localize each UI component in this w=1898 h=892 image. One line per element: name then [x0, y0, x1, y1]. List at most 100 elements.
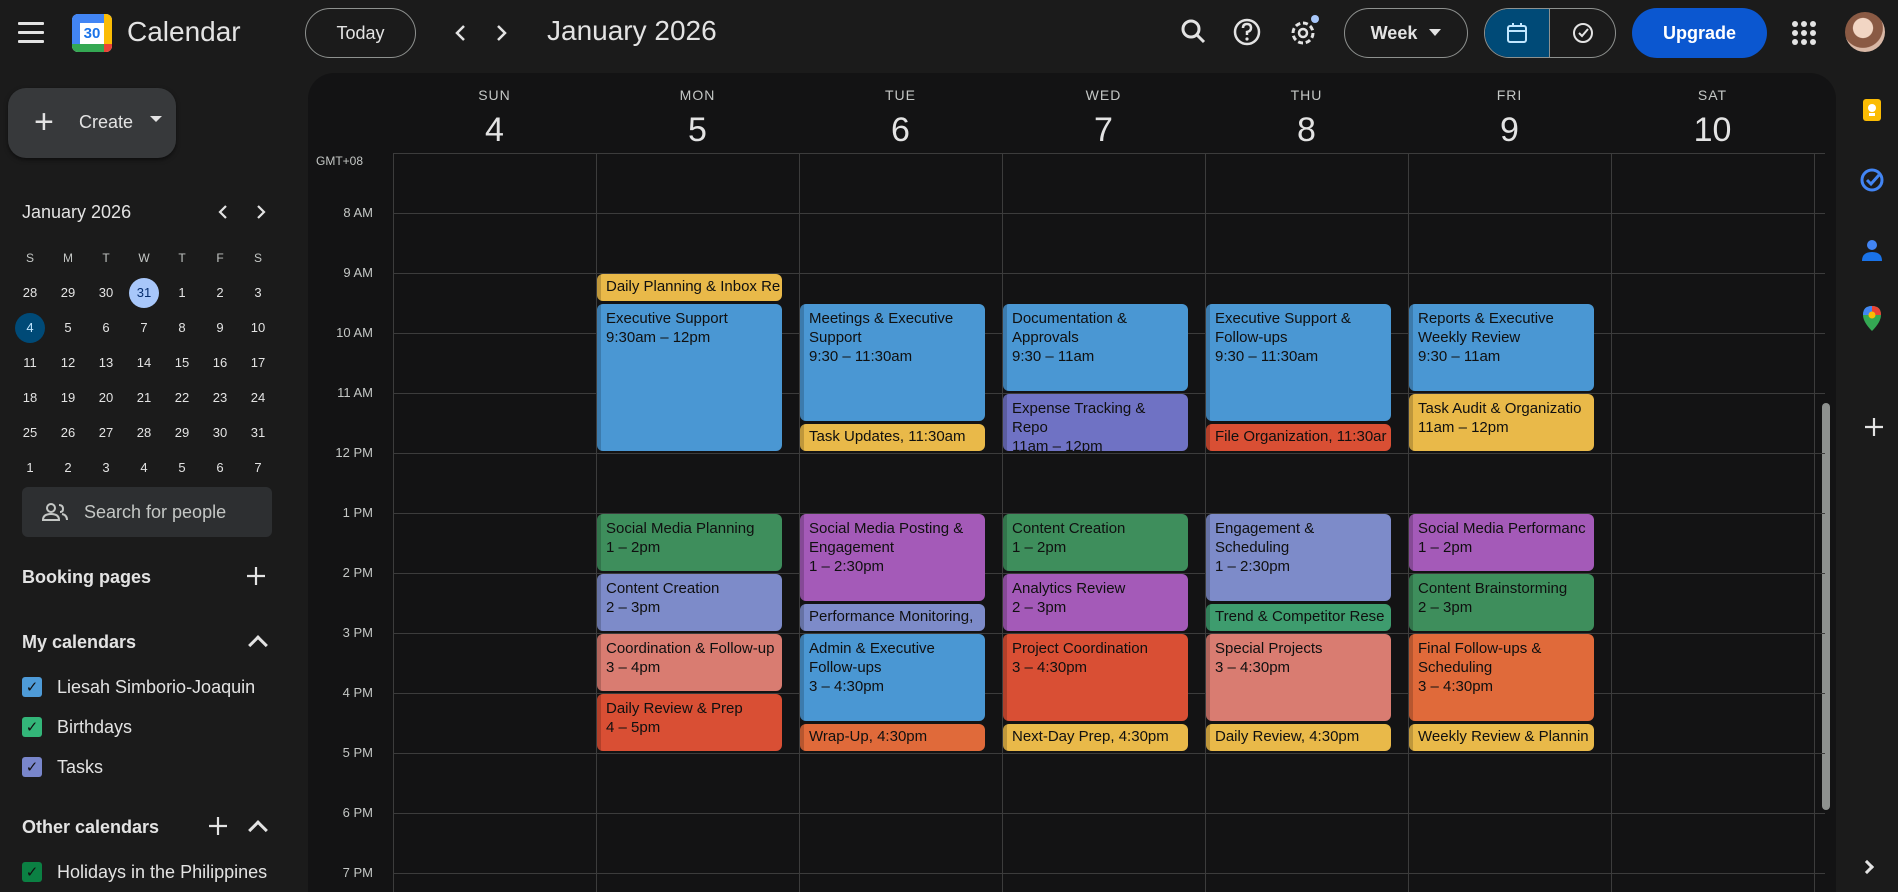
calendar-event[interactable]: Task Updates, 11:30am [800, 424, 985, 451]
calendar-logo[interactable]: 30 [72, 14, 112, 52]
mini-calendar-day[interactable]: 9 [201, 310, 239, 345]
mini-calendar-day[interactable]: 31 [239, 415, 277, 450]
calendar-event[interactable]: Social Media Performanc 1 – 2pm [1409, 514, 1594, 571]
calendar-checkbox[interactable]: ✓ [22, 717, 42, 737]
chevron-up-icon[interactable] [248, 820, 268, 840]
calendar-event[interactable]: Expense Tracking & Repo 11am – 12pm [1003, 394, 1188, 451]
main-menu-icon[interactable] [18, 22, 44, 44]
calendar-list-item[interactable]: ✓ Birthdays [22, 715, 132, 739]
calendar-checkbox[interactable]: ✓ [22, 677, 42, 697]
mini-calendar-day[interactable]: 5 [49, 310, 87, 345]
calendar-list-item[interactable]: ✓ Tasks [22, 755, 103, 779]
day-date[interactable]: 9 [1408, 111, 1611, 150]
tasks-icon[interactable] [1858, 166, 1886, 194]
my-calendars-header[interactable]: My calendars [22, 632, 136, 653]
day-header[interactable]: THU 8 [1205, 87, 1408, 150]
mini-calendar-next[interactable] [247, 198, 275, 226]
chevron-up-icon[interactable] [248, 635, 268, 655]
mini-calendar-day[interactable]: 17 [239, 345, 277, 380]
chevron-right-icon[interactable] [1859, 859, 1875, 875]
calendar-checkbox[interactable]: ✓ [22, 862, 42, 882]
mini-calendar-day[interactable]: 14 [125, 345, 163, 380]
mini-calendar-day[interactable]: 21 [125, 380, 163, 415]
mini-calendar-day[interactable]: 28 [11, 275, 49, 310]
mini-calendar-day[interactable]: 29 [49, 275, 87, 310]
calendar-event[interactable]: Executive Support & Follow-ups 9:30 – 11:… [1206, 304, 1391, 421]
calendar-event[interactable]: Daily Review, 4:30pm [1206, 724, 1391, 751]
mini-calendar-day[interactable]: 30 [201, 415, 239, 450]
calendar-view-toggle[interactable] [1485, 9, 1550, 57]
calendar-event[interactable]: Executive Support 9:30am – 12pm [597, 304, 782, 451]
calendar-event[interactable]: Content Creation 1 – 2pm [1003, 514, 1188, 571]
day-header[interactable]: WED 7 [1002, 87, 1205, 150]
keep-icon[interactable] [1858, 96, 1886, 124]
mini-calendar-day[interactable]: 6 [87, 310, 125, 345]
tasks-view-toggle[interactable] [1550, 9, 1615, 57]
mini-calendar-day[interactable]: 2 [201, 275, 239, 310]
mini-calendar-day[interactable]: 2 [49, 450, 87, 485]
calendar-checkbox[interactable]: ✓ [22, 757, 42, 777]
calendar-event[interactable]: Special Projects 3 – 4:30pm [1206, 634, 1391, 721]
calendar-event[interactable]: Social Media Posting & Engagement 1 – 2:3… [800, 514, 985, 601]
mini-calendar-day[interactable]: 8 [163, 310, 201, 345]
mini-calendar-day[interactable]: 11 [11, 345, 49, 380]
day-date[interactable]: 4 [393, 111, 596, 150]
calendar-list-item[interactable]: ✓ Liesah Simborio-Joaquin [22, 675, 255, 699]
mini-calendar-day[interactable]: 22 [163, 380, 201, 415]
mini-calendar-day[interactable]: 30 [87, 275, 125, 310]
mini-calendar-day[interactable]: 5 [163, 450, 201, 485]
add-booking-page-button[interactable] [244, 564, 268, 592]
mini-calendar-day[interactable]: 24 [239, 380, 277, 415]
calendar-event[interactable]: Documentation & Approvals 9:30 – 11am [1003, 304, 1188, 391]
get-add-ons-button[interactable] [1862, 415, 1886, 444]
day-date[interactable]: 8 [1205, 111, 1408, 150]
calendar-event[interactable]: Content Creation 2 – 3pm [597, 574, 782, 631]
mini-calendar-day[interactable]: 3 [87, 450, 125, 485]
mini-calendar-day[interactable]: 13 [87, 345, 125, 380]
mini-calendar-day[interactable]: 19 [49, 380, 87, 415]
calendar-event[interactable]: Trend & Competitor Rese [1206, 604, 1391, 631]
mini-calendar-day[interactable]: 15 [163, 345, 201, 380]
calendar-event[interactable]: Weekly Review & Plannin [1409, 724, 1594, 751]
account-avatar[interactable] [1845, 12, 1885, 52]
day-header[interactable]: SUN 4 [393, 87, 596, 150]
google-apps-icon[interactable] [1792, 21, 1816, 45]
maps-icon[interactable] [1858, 304, 1886, 332]
mini-calendar-day[interactable]: 27 [87, 415, 125, 450]
calendar-event[interactable]: Daily Review & Prep 4 – 5pm [597, 694, 782, 751]
mini-calendar-day[interactable]: 28 [125, 415, 163, 450]
previous-week-button[interactable] [446, 18, 476, 48]
mini-calendar-day[interactable]: 4 [125, 450, 163, 485]
mini-calendar-day[interactable]: 29 [163, 415, 201, 450]
calendar-event[interactable]: Performance Monitoring, [800, 604, 985, 631]
day-date[interactable]: 5 [596, 111, 799, 150]
mini-calendar-day[interactable]: 7 [125, 310, 163, 345]
calendar-event[interactable]: Content Brainstorming 2 – 3pm [1409, 574, 1594, 631]
other-calendars-header[interactable]: Other calendars [22, 817, 159, 838]
day-header[interactable]: FRI 9 [1408, 87, 1611, 150]
calendar-event[interactable]: Reports & Executive Weekly Review 9:30 – … [1409, 304, 1594, 391]
contacts-icon[interactable] [1858, 236, 1886, 264]
calendar-event[interactable]: Next-Day Prep, 4:30pm [1003, 724, 1188, 751]
mini-calendar-day[interactable]: 1 [11, 450, 49, 485]
settings-button[interactable] [1285, 14, 1321, 50]
upgrade-button[interactable]: Upgrade [1632, 8, 1767, 58]
mini-calendar-day[interactable]: 26 [49, 415, 87, 450]
day-header[interactable]: MON 5 [596, 87, 799, 150]
mini-calendar-day[interactable]: 18 [11, 380, 49, 415]
mini-calendar-day[interactable]: 12 [49, 345, 87, 380]
mini-calendar-day[interactable]: 3 [239, 275, 277, 310]
mini-calendar-day[interactable]: 25 [11, 415, 49, 450]
search-people-input[interactable]: Search for people [22, 487, 272, 537]
mini-calendar-day[interactable]: 23 [201, 380, 239, 415]
help-button[interactable] [1229, 14, 1265, 50]
calendar-event[interactable]: Task Audit & Organizatio 11am – 12pm [1409, 394, 1594, 451]
mini-calendar-day[interactable]: 6 [201, 450, 239, 485]
calendar-event[interactable]: Meetings & Executive Support 9:30 – 11:30… [800, 304, 985, 421]
calendar-event[interactable]: File Organization, 11:30ar [1206, 424, 1391, 451]
day-date[interactable]: 6 [799, 111, 1002, 150]
mini-calendar-day[interactable]: 20 [87, 380, 125, 415]
mini-calendar-prev[interactable] [209, 198, 237, 226]
create-button[interactable]: + Create [8, 88, 176, 158]
add-other-calendar-button[interactable] [206, 814, 230, 842]
